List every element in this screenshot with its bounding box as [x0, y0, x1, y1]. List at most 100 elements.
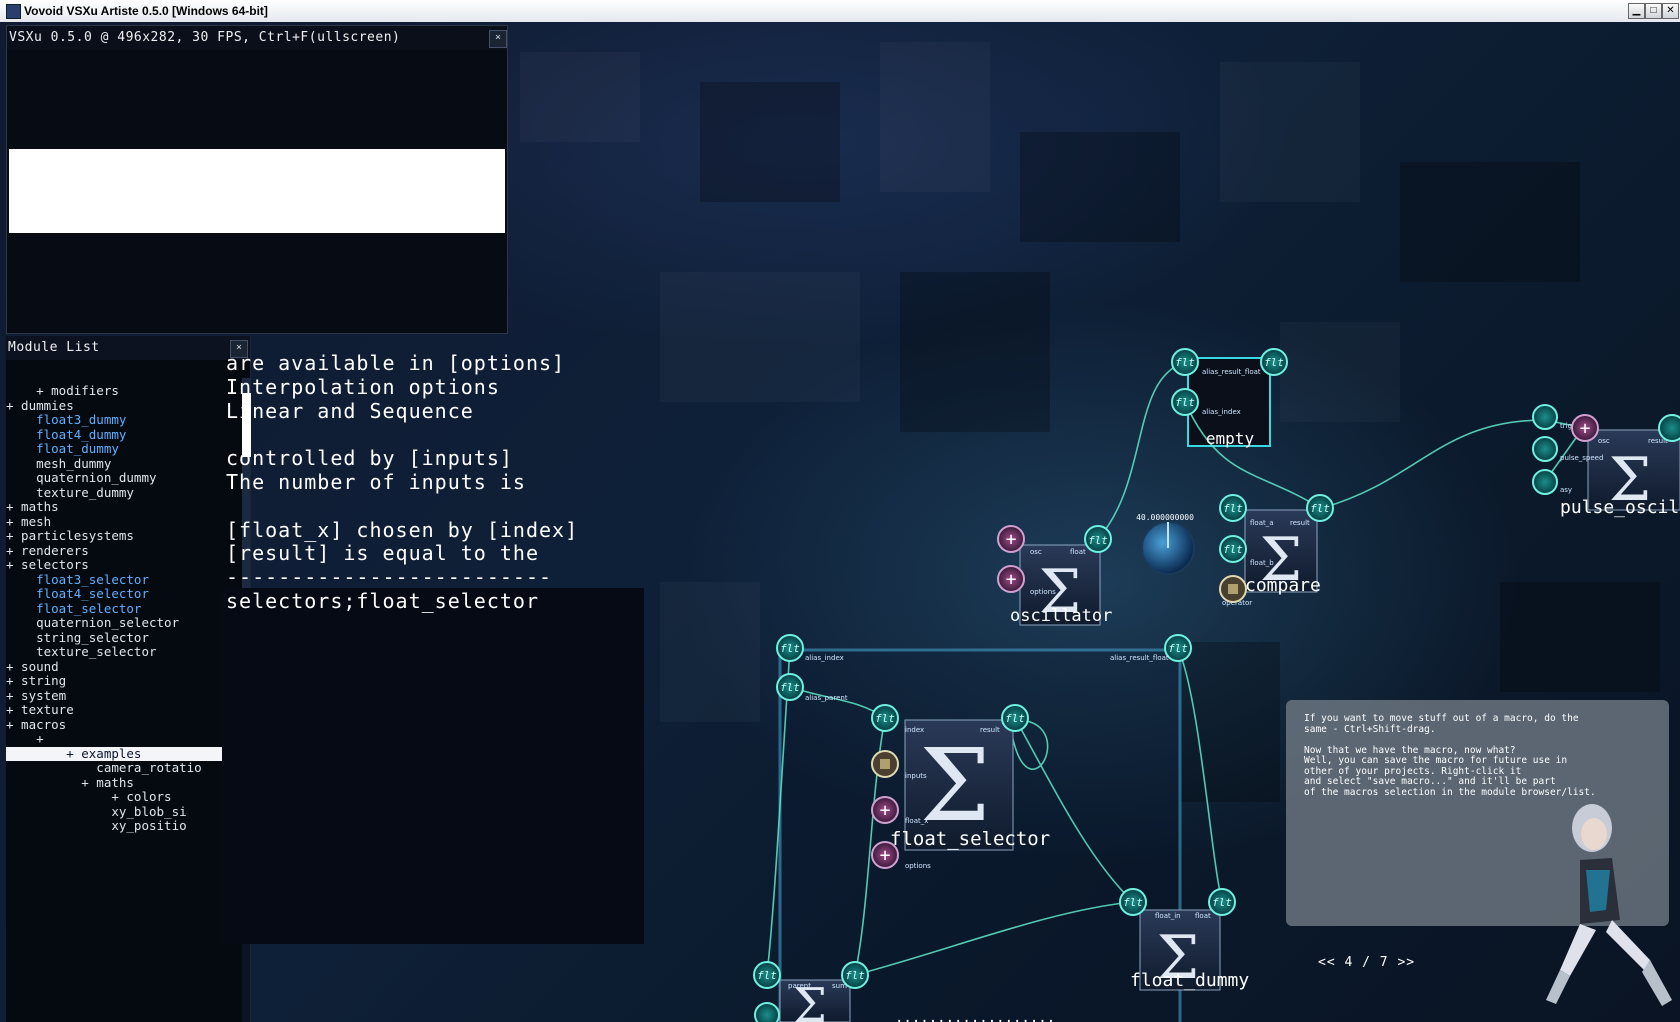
module-list-item[interactable]: + particlesystems	[6, 528, 250, 544]
module-list-item[interactable]: + string	[6, 673, 250, 689]
svg-text:oscillator: oscillator	[1010, 606, 1112, 626]
svg-text:compare: compare	[1245, 575, 1321, 596]
module-list-item[interactable]: + renderers	[6, 543, 250, 559]
module-list-item[interactable]: + texture	[6, 702, 250, 718]
help-line: controlled by [inputs]	[226, 446, 513, 471]
float-glyph: flt	[1310, 502, 1330, 515]
svg-text:result: result	[1290, 519, 1310, 527]
svg-text:empty: empty	[1206, 429, 1255, 448]
module-list-item[interactable]: + macros	[6, 717, 250, 733]
help-line: selectors;float_selector	[226, 588, 539, 613]
preview-close-button[interactable]: ×	[489, 30, 507, 48]
svg-text:alias_index: alias_index	[805, 654, 844, 662]
port-icon[interactable]	[754, 1002, 780, 1022]
plus-icon: +	[1006, 569, 1017, 590]
node-pulse-oscillator[interactable]: Σ trigger osc result pulse_speed asy pul…	[1532, 404, 1680, 518]
help-line: [float_x] chosen by [index]	[226, 517, 579, 542]
svg-text:osc: osc	[1030, 548, 1042, 556]
port-icon[interactable]	[1532, 436, 1558, 462]
port-icon[interactable]	[1532, 469, 1558, 495]
module-list-item[interactable]: camera_rotatio	[6, 760, 250, 776]
float-glyph: flt	[1005, 712, 1025, 725]
plus-icon: +	[880, 800, 891, 821]
tutorial-page-indicator: 4 / 7	[1344, 955, 1389, 970]
float-glyph: flt	[1223, 502, 1243, 515]
float-glyph: flt	[875, 712, 895, 725]
svg-text:options: options	[1030, 588, 1056, 596]
module-list-item[interactable]: mesh_dummy	[6, 456, 250, 472]
module-list-item[interactable]: + selectors	[6, 557, 250, 573]
float-glyph: flt	[1088, 534, 1108, 547]
help-line: The number of inputs is	[226, 469, 526, 494]
svg-text:alias_index: alias_index	[1202, 408, 1241, 416]
float-glyph: flt	[1175, 356, 1195, 369]
output-port-icon[interactable]	[1658, 414, 1680, 442]
module-list-item[interactable]: float4_dummy	[6, 427, 250, 443]
module-list-item[interactable]: + examples	[6, 746, 224, 761]
module-list-item[interactable]: float4_selector	[6, 586, 250, 602]
module-list-item[interactable]: + system	[6, 688, 250, 704]
float-glyph: flt	[1123, 896, 1143, 909]
module-list-item[interactable]: string_selector	[6, 630, 250, 646]
help-line: Linear and Sequence	[226, 398, 474, 423]
help-line: are available in [options]	[226, 351, 566, 375]
svg-text:inputs: inputs	[905, 772, 927, 780]
module-list-item[interactable]: float3_selector	[6, 572, 250, 588]
svg-text:float_b: float_b	[1250, 559, 1274, 567]
module-list-item[interactable]: float_dummy	[6, 441, 250, 457]
svg-text:float: float	[1195, 912, 1211, 920]
preview-window[interactable]: VSXu 0.5.0 @ 496x282, 30 FPS, Ctrl+F(ull…	[6, 25, 508, 334]
tutorial-prev-button[interactable]: <<	[1318, 955, 1336, 970]
mascot-illustration	[1546, 804, 1672, 1006]
preview-titlebar[interactable]: VSXu 0.5.0 @ 496x282, 30 FPS, Ctrl+F(ull…	[7, 26, 507, 50]
module-list-item[interactable]: + colors	[6, 789, 250, 805]
value-knob[interactable]: 40.000000000	[1136, 513, 1195, 575]
module-list-item[interactable]: xy_positio	[6, 818, 250, 834]
module-list-item[interactable]: float3_dummy	[6, 412, 250, 428]
help-line	[226, 423, 578, 447]
enum-glyph	[1228, 584, 1238, 594]
help-line: -------------------------	[226, 565, 553, 590]
module-list-item[interactable]: texture_dummy	[6, 485, 250, 501]
svg-text:float_in: float_in	[1155, 912, 1181, 920]
module-tree[interactable]: + modifiers + dummies float3_dummy float4…	[6, 383, 250, 834]
node-oscillator[interactable]: Σ oscillator osc float options + + flt	[997, 525, 1112, 627]
text-caret	[242, 393, 251, 457]
node-compare[interactable]: Σ float_a result float_b operator compar…	[1219, 494, 1334, 607]
svg-text:options: options	[905, 862, 931, 870]
svg-text:40.000000000: 40.000000000	[1136, 513, 1194, 522]
tutorial-next-button[interactable]: >>	[1397, 955, 1415, 970]
module-list-item[interactable]: xy_blob_si	[6, 804, 250, 820]
help-line	[226, 495, 578, 519]
module-list-item[interactable]: texture_selector	[6, 644, 250, 660]
float-glyph: flt	[1223, 543, 1243, 556]
module-list-item[interactable]: + sound	[6, 659, 250, 675]
float-glyph: flt	[1264, 356, 1284, 369]
help-line: [result] is equal to the	[226, 541, 539, 566]
svg-text:parent: parent	[788, 982, 811, 990]
module-list-item[interactable]: + mesh	[6, 514, 250, 530]
svg-text:result: result	[980, 726, 1000, 734]
module-list-titlebar[interactable]: Module List ×	[6, 336, 250, 360]
plus-icon: +	[880, 845, 891, 866]
module-list-item[interactable]: + modifiers	[6, 383, 250, 399]
module-list-item[interactable]: + dummies	[6, 398, 250, 414]
module-list-item[interactable]: + maths	[6, 775, 250, 791]
preview-title: VSXu 0.5.0 @ 496x282, 30 FPS, Ctrl+F(ull…	[9, 30, 401, 45]
module-list-item[interactable]: quaternion_dummy	[6, 470, 250, 486]
module-list-item[interactable]: +	[6, 731, 250, 747]
svg-text:float: float	[1070, 548, 1086, 556]
module-list-panel[interactable]: Module List × + modifiers + dummies float…	[6, 336, 251, 1022]
svg-text:alias_parent: alias_parent	[805, 694, 848, 702]
tutorial-text: If you want to move stuff out of a macro…	[1304, 713, 1596, 798]
float-glyph: flt	[1168, 642, 1188, 655]
svg-text:float_x: float_x	[905, 817, 928, 825]
svg-text:float_dummy: float_dummy	[1130, 970, 1249, 991]
port-icon[interactable]	[1532, 404, 1558, 430]
module-list-item[interactable]: + maths	[6, 499, 250, 515]
svg-text:asy: asy	[1560, 486, 1572, 494]
module-list-item[interactable]: float_selector	[6, 601, 250, 617]
float-glyph: flt	[1175, 396, 1195, 409]
module-list-item[interactable]: quaternion_selector	[6, 615, 250, 631]
float-glyph: flt	[780, 642, 800, 655]
